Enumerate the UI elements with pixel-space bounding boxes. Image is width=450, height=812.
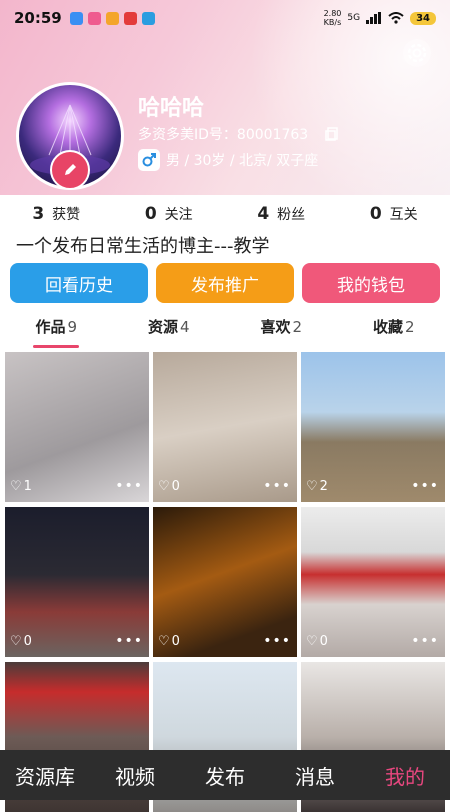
heart-icon: ♡: [158, 634, 170, 649]
stat-fans[interactable]: 4粉丝: [225, 204, 338, 224]
profile-info: 男 / 30岁 / 北京/ 双子座: [166, 150, 318, 170]
settings-gear-icon[interactable]: [402, 38, 432, 68]
more-options-button[interactable]: •••: [411, 478, 439, 494]
heart-icon: ♡: [10, 479, 22, 494]
app-notification-icon: [70, 12, 83, 25]
app-notification-icon: [106, 12, 119, 25]
tabbar-resources[interactable]: 资源库: [0, 761, 90, 790]
action-buttons: 回看历史 发布推广 我的钱包: [10, 263, 440, 303]
telegram-icon: [142, 12, 155, 25]
tabbar-messages[interactable]: 消息: [270, 761, 360, 790]
pencil-icon: [62, 162, 78, 178]
post-thumbnail[interactable]: ♡0 •••: [5, 507, 149, 657]
wallet-button[interactable]: 我的钱包: [302, 263, 440, 303]
stat-mutual[interactable]: 0互关: [338, 204, 450, 224]
edit-profile-button[interactable]: [50, 150, 90, 190]
profile-info-line: 男 / 30岁 / 北京/ 双子座: [138, 149, 318, 171]
more-options-button[interactable]: •••: [115, 633, 143, 649]
tab-works[interactable]: 作品9: [0, 316, 113, 350]
like-count[interactable]: ♡2: [306, 479, 328, 494]
content-tabs: 作品9 资源4 喜欢2 收藏2: [0, 316, 450, 350]
status-app-icons: [70, 12, 155, 25]
heart-icon: ♡: [306, 634, 318, 649]
app-notification-icon: [124, 12, 137, 25]
post-thumbnail[interactable]: ♡0 •••: [301, 507, 445, 657]
status-time: 20:59: [14, 9, 62, 27]
profile-name: 哈哈哈: [138, 90, 204, 122]
app-notification-icon: [88, 12, 101, 25]
tabbar-video[interactable]: 视频: [90, 761, 180, 790]
wifi-icon: [388, 12, 404, 24]
male-icon: [138, 149, 160, 171]
like-count[interactable]: ♡0: [158, 479, 180, 494]
promote-button[interactable]: 发布推广: [156, 263, 294, 303]
profile-id: 多资多美ID号：80001763: [138, 124, 308, 144]
heart-icon: ♡: [306, 479, 318, 494]
copy-icon[interactable]: [324, 126, 340, 142]
bottom-tab-bar: 资源库 视频 发布 消息 我的: [0, 750, 450, 800]
like-count[interactable]: ♡0: [10, 634, 32, 649]
status-bar: 20:59 2.80KB/s 5G 34: [0, 0, 450, 36]
profile-id-line: 多资多美ID号：80001763: [138, 124, 340, 144]
signal-indicator: 5G: [347, 13, 360, 23]
like-count[interactable]: ♡1: [10, 479, 32, 494]
history-button[interactable]: 回看历史: [10, 263, 148, 303]
post-thumbnail[interactable]: ♡1 •••: [5, 352, 149, 502]
tabbar-publish[interactable]: 发布: [180, 761, 270, 790]
battery-indicator: 34: [410, 12, 436, 25]
stat-likes[interactable]: 3获赞: [0, 204, 113, 224]
stat-following[interactable]: 0关注: [113, 204, 226, 224]
like-count[interactable]: ♡0: [306, 634, 328, 649]
tab-liked[interactable]: 喜欢2: [225, 316, 338, 350]
more-options-button[interactable]: •••: [115, 478, 143, 494]
net-speed: 2.80KB/s: [324, 9, 342, 27]
tab-resources[interactable]: 资源4: [113, 316, 226, 350]
signal-bars-icon: [366, 12, 382, 24]
more-options-button[interactable]: •••: [263, 478, 291, 494]
heart-icon: ♡: [10, 634, 22, 649]
posts-grid: ♡1 ••• ♡0 ••• ♡2 ••• ♡0 ••• ♡0 ••• ♡0 ••…: [5, 352, 446, 812]
tab-favorites[interactable]: 收藏2: [338, 316, 450, 350]
tabbar-me[interactable]: 我的: [360, 761, 450, 790]
heart-icon: ♡: [158, 479, 170, 494]
profile-bio: 一个发布日常生活的博主---教学: [16, 232, 269, 258]
more-options-button[interactable]: •••: [411, 633, 439, 649]
like-count[interactable]: ♡0: [158, 634, 180, 649]
post-thumbnail[interactable]: ♡0 •••: [153, 507, 297, 657]
post-thumbnail[interactable]: ♡0 •••: [153, 352, 297, 502]
stats-row: 3获赞 0关注 4粉丝 0互关: [0, 200, 450, 228]
post-thumbnail[interactable]: ♡2 •••: [301, 352, 445, 502]
more-options-button[interactable]: •••: [263, 633, 291, 649]
